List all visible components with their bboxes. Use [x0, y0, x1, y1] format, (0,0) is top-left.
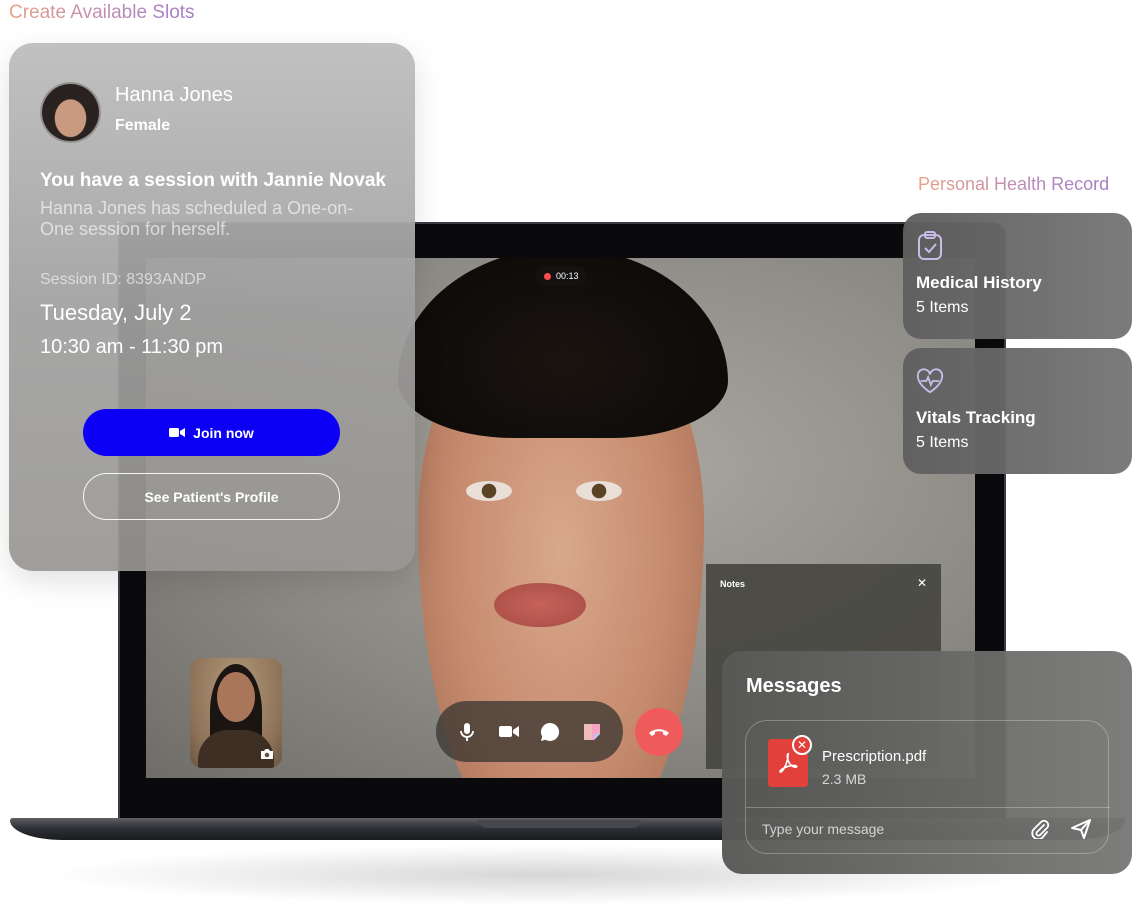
camera-button[interactable]: [494, 717, 524, 747]
acrobat-logo-icon: [779, 752, 798, 773]
session-heading: You have a session with Jannie Novak: [40, 170, 386, 191]
message-input[interactable]: [762, 817, 1012, 841]
patient-avatar: [40, 82, 101, 143]
session-date: Tuesday, July 2: [40, 300, 192, 325]
medical-history-count: 5 Items: [916, 299, 969, 316]
send-icon[interactable]: [1070, 818, 1092, 840]
right-eye: [576, 481, 622, 501]
join-now-label: Join now: [193, 424, 254, 441]
page-title: Create Available Slots: [9, 2, 195, 23]
patient-name: Hanna Jones: [115, 84, 233, 106]
sticky-note-icon: [584, 723, 601, 740]
microphone-icon: [459, 722, 474, 741]
paperclip-icon[interactable]: [1030, 819, 1050, 839]
medical-history-card[interactable]: Medical History 5 Items: [903, 213, 1132, 339]
vitals-tracking-count: 5 Items: [916, 434, 969, 451]
chat-bubble-icon: [541, 722, 560, 741]
close-icon[interactable]: ✕: [917, 576, 927, 590]
self-view-video[interactable]: [190, 658, 282, 768]
chat-button[interactable]: [535, 717, 565, 747]
remove-attachment-icon[interactable]: ✕: [792, 735, 812, 755]
recording-dot-icon: [544, 272, 551, 280]
message-compose-box: ✕ Prescription.pdf 2.3 MB: [745, 720, 1110, 854]
end-call-button[interactable]: [635, 708, 683, 756]
health-record-title: Personal Health Record: [918, 174, 1110, 194]
lips: [494, 583, 586, 627]
clipboard-check-icon: [918, 231, 942, 260]
attachment-name: Prescription.pdf: [822, 748, 927, 765]
heart-pulse-icon: [916, 368, 944, 394]
session-id: Session ID: 8393ANDP: [40, 271, 207, 288]
session-time: 10:30 am - 11:30 pm: [40, 336, 224, 358]
recording-timer-badge: 00:13: [536, 266, 587, 286]
left-eye: [466, 481, 512, 501]
video-camera-icon: [169, 428, 186, 437]
medical-history-label: Medical History: [916, 273, 1042, 292]
vitals-tracking-label: Vitals Tracking: [916, 408, 1036, 427]
notes-button[interactable]: [577, 717, 607, 747]
see-patient-profile-label: See Patient's Profile: [144, 488, 279, 505]
microphone-button[interactable]: [452, 717, 482, 747]
laptop-notch: [478, 820, 641, 828]
session-card: Hanna Jones Female You have a session wi…: [9, 43, 415, 571]
divider: [746, 807, 1110, 808]
see-patient-profile-button[interactable]: See Patient's Profile: [83, 473, 340, 520]
join-now-button[interactable]: Join now: [83, 409, 340, 456]
video-camera-icon: [498, 726, 519, 737]
attachment-size: 2.3 MB: [822, 771, 867, 787]
switch-camera-icon[interactable]: [260, 748, 274, 760]
notes-title: Notes: [720, 579, 746, 589]
patient-gender: Female: [115, 117, 171, 134]
vitals-tracking-card[interactable]: Vitals Tracking 5 Items: [903, 348, 1132, 474]
session-description: Hanna Jones has scheduled a One-on-One s…: [40, 198, 354, 239]
hang-up-icon: [649, 729, 669, 736]
messages-title: Messages: [746, 675, 842, 697]
call-controls-bar: [436, 701, 623, 762]
call-timer: 00:13: [556, 271, 579, 281]
messages-panel: Messages ✕ Prescription.pdf 2.3 MB: [722, 651, 1132, 874]
self-view-face: [217, 672, 255, 722]
